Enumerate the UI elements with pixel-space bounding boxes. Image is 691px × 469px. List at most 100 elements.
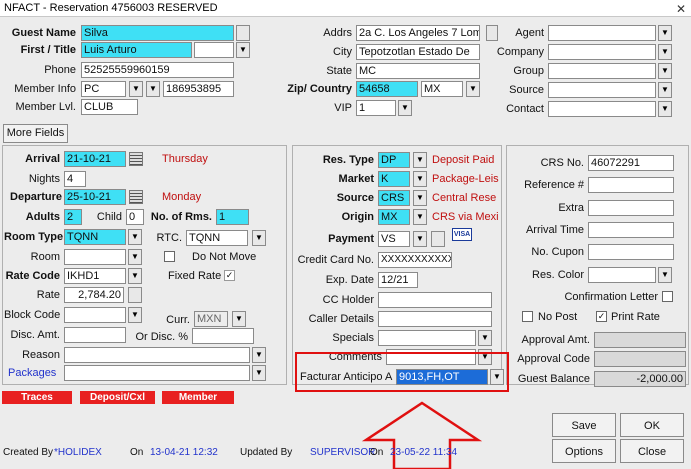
crs-no-field[interactable]: 46072291 <box>588 155 674 171</box>
block-code-field[interactable] <box>64 307 126 323</box>
arrival-time-field[interactable] <box>588 222 674 238</box>
caller-details-field[interactable] <box>378 311 492 327</box>
approval-amt-field[interactable] <box>594 332 686 348</box>
arrival-calendar-icon[interactable] <box>129 152 143 166</box>
arrival-field[interactable]: 21-10-21 <box>64 151 126 167</box>
country-dropdown-button[interactable]: ▼ <box>466 81 480 97</box>
block-code-dropdown-button[interactable]: ▼ <box>128 307 142 323</box>
confirmation-letter-checkbox[interactable] <box>662 291 673 302</box>
market-dropdown-button[interactable]: ▼ <box>413 171 427 187</box>
member-tab[interactable]: Member <box>162 391 234 404</box>
group-dropdown-button[interactable]: ▼ <box>658 63 672 79</box>
options-button[interactable]: Options <box>552 439 616 463</box>
agent-dropdown-button[interactable]: ▼ <box>658 25 672 41</box>
source-field[interactable] <box>548 82 656 98</box>
child-field[interactable]: 0 <box>126 209 144 225</box>
packages-field[interactable] <box>64 365 250 381</box>
credit-card-field[interactable]: XXXXXXXXXXXX <box>378 252 452 268</box>
payment-field[interactable]: VS <box>378 231 410 247</box>
state-field[interactable]: MC <box>356 63 480 79</box>
close-button[interactable]: Close <box>620 439 684 463</box>
company-field[interactable] <box>548 44 656 60</box>
rate-code-dropdown-button[interactable]: ▼ <box>128 268 142 284</box>
nights-field[interactable]: 4 <box>64 171 86 187</box>
specials-dropdown-button[interactable]: ▼ <box>478 330 492 346</box>
specials-field[interactable] <box>378 330 476 346</box>
guest-name-field[interactable]: Silva <box>81 25 234 41</box>
do-not-move-checkbox[interactable] <box>164 251 175 262</box>
rate-code-field[interactable]: IKHD1 <box>64 268 126 284</box>
country-field[interactable]: MX <box>421 81 463 97</box>
ok-button[interactable]: OK <box>620 413 684 437</box>
departure-field[interactable]: 25-10-21 <box>64 189 126 205</box>
member-number-field[interactable]: 186953895 <box>163 81 234 97</box>
fixed-rate-checkbox[interactable]: ✓ <box>224 270 235 281</box>
vip-dropdown-button[interactable]: ▼ <box>398 100 412 116</box>
agent-field[interactable] <box>548 25 656 41</box>
res-color-dropdown-button[interactable]: ▼ <box>658 267 672 283</box>
reason-dropdown-button[interactable]: ▼ <box>252 347 266 363</box>
rtc-dropdown-button[interactable]: ▼ <box>252 230 266 246</box>
currency-dropdown-button[interactable]: ▼ <box>232 311 246 327</box>
print-rate-checkbox[interactable]: ✓ <box>596 311 607 322</box>
room-dropdown-button[interactable]: ▼ <box>128 249 142 265</box>
guest-name-lookup-button[interactable] <box>236 25 250 41</box>
cc-holder-field[interactable] <box>378 292 492 308</box>
reason-field[interactable] <box>64 347 250 363</box>
room-type-field[interactable]: TQNN <box>64 229 126 245</box>
res-color-field[interactable] <box>588 267 656 283</box>
reference-field[interactable] <box>588 177 674 193</box>
city-field[interactable]: Tepotzotlan Estado De <box>356 44 480 60</box>
contact-field[interactable] <box>548 101 656 117</box>
no-cupon-field[interactable] <box>588 244 674 260</box>
room-type-dropdown-button[interactable]: ▼ <box>128 229 142 245</box>
zip-field[interactable]: 54658 <box>356 81 418 97</box>
contact-dropdown-button[interactable]: ▼ <box>658 101 672 117</box>
first-name-field[interactable]: Luis Arturo <box>81 42 192 58</box>
member-type-field[interactable]: PC <box>81 81 126 97</box>
more-fields-button[interactable]: More Fields <box>3 124 68 143</box>
created-on-label: On <box>130 447 144 458</box>
save-button[interactable]: Save <box>552 413 616 437</box>
exp-date-field[interactable]: 12/21 <box>378 272 418 288</box>
packages-link[interactable]: Packages <box>8 366 56 380</box>
source-dropdown-button[interactable]: ▼ <box>658 82 672 98</box>
or-disc-field[interactable] <box>192 328 254 344</box>
disc-amt-field[interactable] <box>64 327 126 343</box>
currency-field[interactable]: MXN <box>194 311 228 327</box>
payment-dropdown-button[interactable]: ▼ <box>413 231 427 247</box>
group-field[interactable] <box>548 63 656 79</box>
origin-field[interactable]: MX <box>378 209 410 225</box>
res-type-dropdown-button[interactable]: ▼ <box>413 152 427 168</box>
rate-detail-button[interactable] <box>128 287 142 303</box>
company-dropdown-button[interactable]: ▼ <box>658 44 672 60</box>
guest-balance-field[interactable]: -2,000.00 <box>594 371 686 387</box>
address-field[interactable]: 2a C. Los Angeles 7 Lom <box>356 25 480 41</box>
phone-field[interactable]: 52525559960159 <box>81 62 234 78</box>
market-field[interactable]: K <box>378 171 410 187</box>
window-close-button[interactable]: ✕ <box>676 3 688 15</box>
title-field[interactable] <box>194 42 234 58</box>
origin-dropdown-button[interactable]: ▼ <box>413 209 427 225</box>
payment-detail-button[interactable] <box>431 231 445 247</box>
extra-field[interactable] <box>588 200 674 216</box>
vip-field[interactable]: 1 <box>356 100 396 116</box>
room-field[interactable] <box>64 249 126 265</box>
departure-calendar-icon[interactable] <box>129 190 143 204</box>
approval-code-field[interactable] <box>594 351 686 367</box>
source-field[interactable]: CRS <box>378 190 410 206</box>
res-type-field[interactable]: DP <box>378 152 410 168</box>
no-post-checkbox[interactable] <box>522 311 533 322</box>
title-dropdown-button[interactable]: ▼ <box>236 42 250 58</box>
packages-dropdown-button[interactable]: ▼ <box>252 365 266 381</box>
deposit-cxl-tab[interactable]: Deposit/Cxl <box>80 391 155 404</box>
adults-field[interactable]: 2 <box>64 209 82 225</box>
traces-tab[interactable]: Traces <box>2 391 72 404</box>
rate-field[interactable]: 2,784.20 <box>64 287 124 303</box>
source-dropdown-button[interactable]: ▼ <box>413 190 427 206</box>
member-level-field[interactable]: CLUB <box>81 99 138 115</box>
member-type-dropdown-button[interactable]: ▼ <box>129 81 143 97</box>
member-no-dropdown-button[interactable]: ▼ <box>146 81 160 97</box>
no-of-rooms-field[interactable]: 1 <box>216 209 249 225</box>
rtc-field[interactable]: TQNN <box>186 230 248 246</box>
